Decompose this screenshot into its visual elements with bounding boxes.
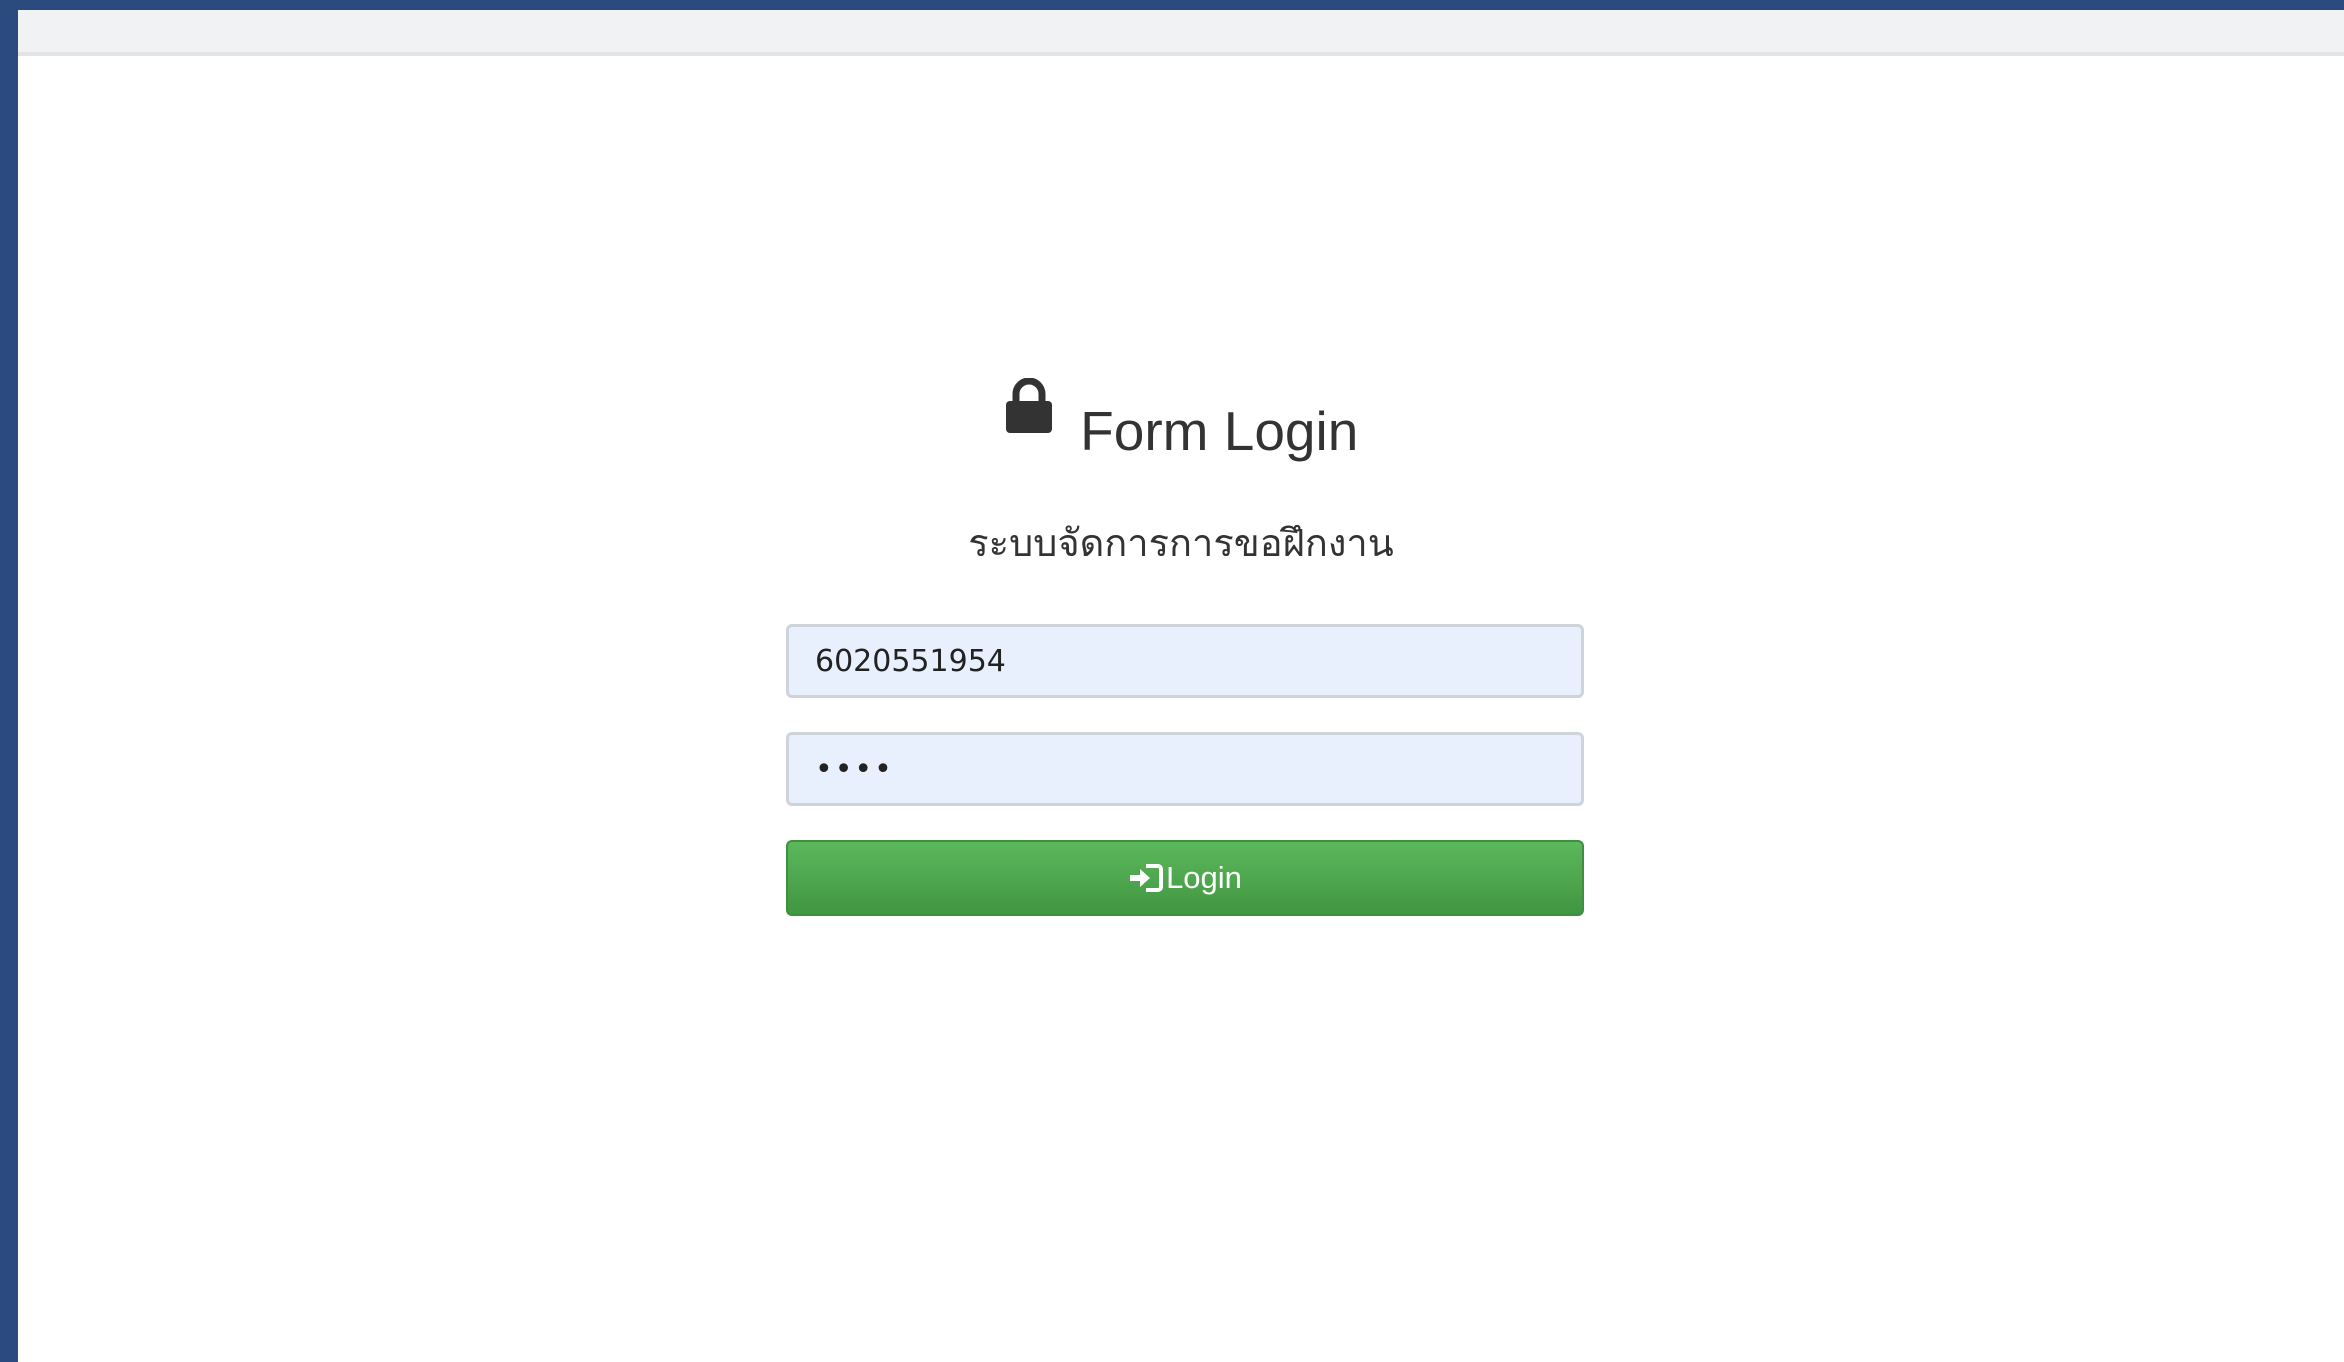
form-header: Form Login bbox=[18, 377, 2344, 472]
lock-icon bbox=[1004, 377, 1054, 475]
username-input[interactable] bbox=[786, 624, 1584, 698]
password-input[interactable] bbox=[786, 732, 1584, 806]
sign-in-icon bbox=[1128, 862, 1164, 894]
login-button[interactable]: Login bbox=[786, 840, 1584, 916]
browser-viewport: Form Login ระบบจัดการการขอฝึกงาน Login bbox=[18, 10, 2344, 1362]
login-button-label: Login bbox=[1166, 860, 1242, 895]
top-navbar bbox=[18, 10, 2344, 56]
system-subtitle: ระบบจัดการการขอฝึกงาน bbox=[968, 521, 1394, 565]
page-title: Form Login bbox=[1080, 399, 1359, 462]
